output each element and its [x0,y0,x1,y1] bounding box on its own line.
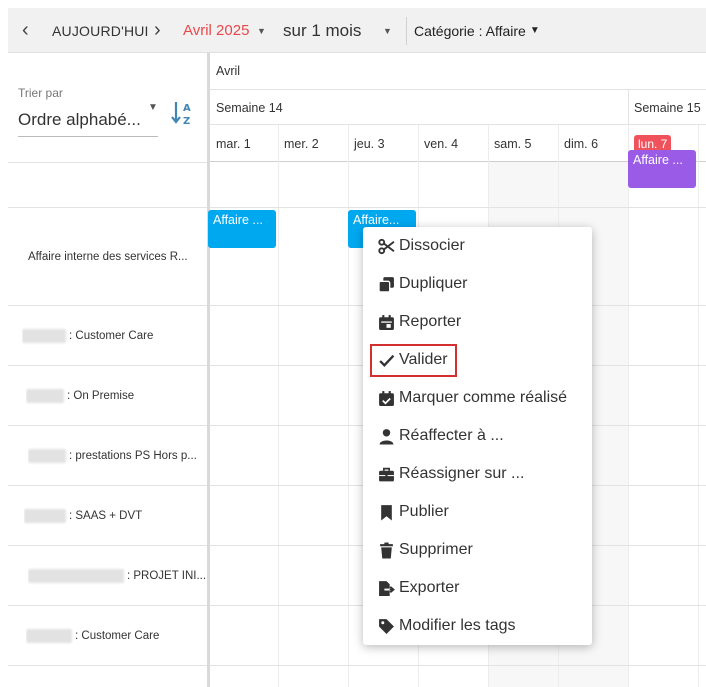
menu-item-label: Publier [399,503,449,520]
today-button[interactable]: AUJOURD'HUI [52,8,149,53]
sort-caret-icon[interactable]: ▼ [148,102,158,113]
previous-chevron-icon[interactable]: ‹ [22,8,29,53]
menu-item-label: Dissocier [399,237,465,254]
menu-item-reassigner[interactable]: Réassigner sur ... [378,459,524,489]
week-header: Semaine 14 Semaine 15 [210,90,706,125]
svg-text:Z: Z [183,116,190,127]
row-label: : prestations PS Hors p... [28,426,214,485]
menu-item-reporter[interactable]: Reporter [378,307,461,337]
event-block[interactable]: Affaire ... [208,210,276,248]
row-label: Affaire interne des services R... [28,250,188,263]
menu-item-label: Exporter [399,579,460,596]
redacted-name [26,388,64,403]
menu-item-exporter[interactable]: Exporter [378,573,459,603]
toolbar: ‹ AUJOURD'HUI › Avril 2025 ▼ sur 1 mois … [8,8,706,53]
briefcase-icon [379,467,394,481]
menu-item-dissocier[interactable]: Dissocier [378,231,465,261]
sort-label: Trier par [18,86,63,100]
bookmark-icon [381,504,392,520]
day-label: mer. 2 [284,136,319,151]
day-label: sam. 5 [494,136,532,151]
sort-alpha-icon[interactable]: A Z [171,99,197,127]
day-label: ven. 4 [424,136,459,151]
row-label: : PROJET INI... [28,546,214,605]
row-label-text: : On Premise [67,389,135,402]
menu-item-marquer-realise[interactable]: Marquer comme réalisé [378,383,567,413]
menu-item-label: Modifier les tags [399,617,516,634]
category-filter-label: Catégorie : Affaire [414,22,526,39]
redacted-name [22,328,66,343]
row-label-text: : SAAS + DVT [69,509,143,522]
context-menu: Dissocier Dupliquer Reporter Valider Mar… [363,227,592,645]
row-label [22,162,208,207]
month-selector[interactable]: Avril 2025 [183,8,249,53]
redacted-name [24,508,66,523]
month-header: Avril [210,53,706,90]
day-label: dim. 6 [564,136,599,151]
menu-item-label: Reporter [399,313,462,330]
toolbar-divider [406,17,407,45]
row-label-text: : Customer Care [75,629,160,642]
event-block[interactable]: Affaire ... [628,150,696,188]
calendar-check-icon [379,390,394,406]
row-label: : Customer Care [26,606,212,665]
month-caret-icon[interactable]: ▼ [257,8,266,53]
resource-row [8,162,706,208]
valider-highlight-box [370,344,457,377]
row-label-text: : Customer Care [69,329,154,342]
row-label: : On Premise [26,366,212,425]
menu-item-supprimer[interactable]: Supprimer [378,535,473,565]
redacted-name [26,628,72,643]
row-label-text: : prestations PS Hors p... [69,449,197,462]
day-label: mar. 1 [216,136,251,151]
menu-item-modifier-tags[interactable]: Modifier les tags [378,611,516,641]
trash-icon [380,542,393,558]
week-15-label: Semaine 15 [634,100,701,115]
sort-panel: Trier par Ordre alphabé... ▼ A Z [8,53,208,163]
week-14-label: Semaine 14 [216,100,283,115]
svg-text:A: A [183,103,191,114]
redacted-name [28,568,124,583]
sidebar-divider[interactable] [207,53,210,687]
menu-item-label: Réassigner sur ... [399,465,525,482]
menu-item-dupliquer[interactable]: Dupliquer [378,269,467,299]
tag-icon [379,618,394,634]
resource-row: : Customer Care [8,606,706,666]
scissors-icon [378,238,395,254]
row-label-text: : PROJET INI... [127,569,207,582]
resource-row: : Customer Care [8,306,706,366]
menu-item-label: Réaffecter à ... [399,427,504,444]
menu-item-label: Dupliquer [399,275,468,292]
category-caret-icon: ▼ [529,25,540,36]
row-label: : SAAS + DVT [24,486,210,545]
period-span-selector[interactable]: sur 1 mois [283,8,361,53]
day-label: jeu. 3 [354,136,385,151]
resource-row: : prestations PS Hors p... [8,426,706,486]
menu-item-label: Marquer comme réalisé [399,389,568,406]
copy-icon [378,276,394,293]
row-label: : Customer Care [22,306,208,365]
next-chevron-icon[interactable]: › [154,8,161,53]
menu-item-publier[interactable]: Publier [378,497,449,527]
resource-row: : SAAS + DVT [8,486,706,546]
menu-item-label: Supprimer [399,541,473,558]
menu-item-reaffecter[interactable]: Réaffecter à ... [378,421,504,451]
resource-row: : PROJET INI... [8,546,706,606]
category-filter[interactable]: Catégorie : Affaire ▼ [414,8,540,53]
file-export-icon [379,580,395,596]
redacted-name [28,448,66,463]
sort-select[interactable]: Ordre alphabé... [18,103,158,137]
user-icon [379,428,394,444]
calendar-icon [379,314,394,330]
period-caret-icon[interactable]: ▼ [383,8,392,53]
resource-row: : On Premise [8,366,706,426]
